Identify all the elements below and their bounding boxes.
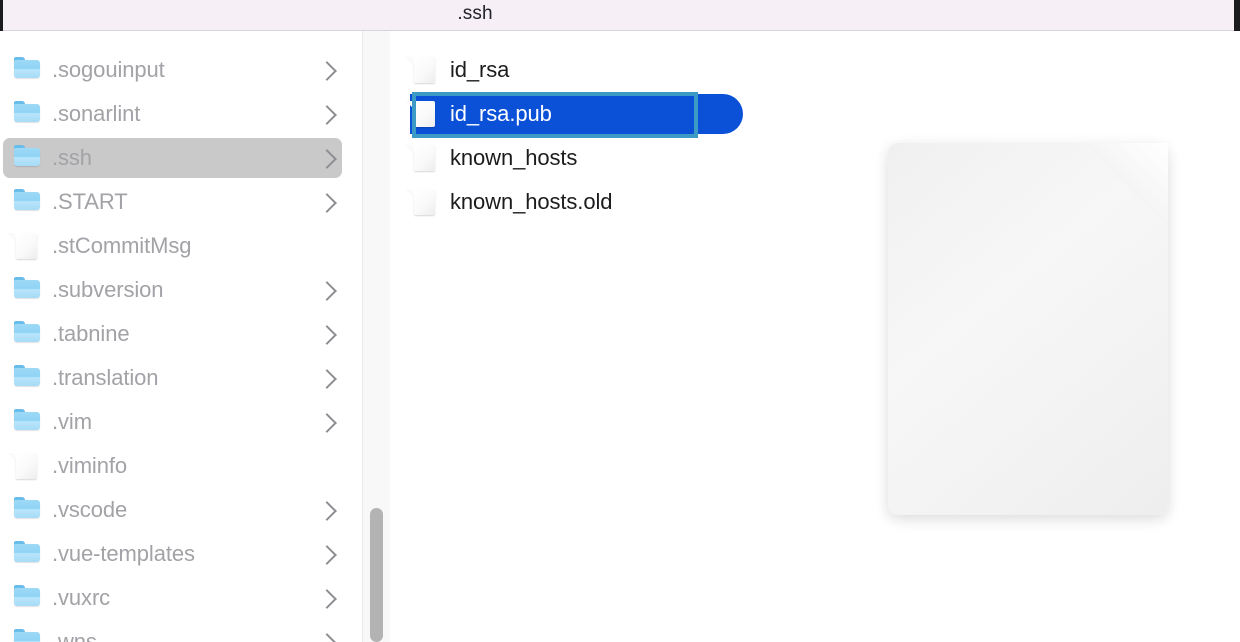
folder-icon [14, 57, 40, 83]
chevron-right-icon [317, 325, 337, 345]
sidebar-item-label: .subversion [52, 277, 164, 302]
file-list-item[interactable]: id_rsa.pub [390, 92, 770, 136]
sidebar-scroll-thumb[interactable] [370, 508, 383, 642]
sidebar-item-stcommitmsg[interactable]: .stCommitMsg [0, 224, 362, 268]
folder-icon [14, 365, 40, 391]
file-list-item[interactable]: id_rsa [390, 48, 770, 92]
sidebar-item-start[interactable]: .START [0, 180, 362, 224]
chevron-right-icon [317, 105, 337, 125]
chevron-right-icon [317, 61, 337, 81]
folder-icon [14, 629, 40, 642]
generic-document-icon [888, 143, 1168, 515]
sidebar-item-label: .vuxrc [52, 585, 111, 610]
chevron-right-icon [317, 501, 337, 521]
folder-icon [14, 497, 40, 523]
sidebar-item-vue-templates[interactable]: .vue-templates [0, 532, 362, 576]
sidebar-item-label: .ssh [52, 145, 92, 170]
folder-icon [14, 585, 40, 611]
file-item-label: known_hosts [450, 145, 578, 170]
window-title: .ssh [0, 0, 1240, 31]
preview-column [800, 31, 1240, 642]
document-sheet [888, 143, 1168, 515]
sidebar-item-label: .sogouinput [52, 57, 165, 82]
sidebar-item-label: .vscode [52, 497, 128, 522]
chevron-right-icon [317, 633, 337, 642]
sidebar-item-label: .vim [52, 409, 92, 434]
file-icon [406, 57, 438, 83]
sidebar-item-label: .wns [52, 629, 97, 642]
sidebar-item-viminfo[interactable]: .viminfo [0, 444, 362, 488]
chevron-right-icon [317, 589, 337, 609]
folder-icon [14, 277, 40, 303]
chevron-right-icon [317, 369, 337, 389]
finder-window: .ssh .sogouinput .sonarlint .ssh .START .stC… [0, 0, 1240, 642]
file-item-label: known_hosts.old [450, 189, 613, 214]
sidebar-item-label: .sonarlint [52, 101, 141, 126]
sidebar-item-vim[interactable]: .vim [0, 400, 362, 444]
column-browser: .sogouinput .sonarlint .ssh .START .stCommit… [0, 31, 1240, 642]
file-item-label: id_rsa.pub [450, 101, 552, 126]
sidebar-item-label: .viminfo [52, 453, 127, 478]
folder-icon [14, 541, 40, 567]
file-icon [406, 101, 438, 127]
sidebar-item-ssh[interactable]: .ssh [0, 136, 362, 180]
sidebar-item-vscode[interactable]: .vscode [0, 488, 362, 532]
chevron-right-icon [317, 413, 337, 433]
window-toolbar: .ssh [0, 0, 1240, 31]
folder-icon [14, 409, 40, 435]
sidebar-item-subversion[interactable]: .subversion [0, 268, 362, 312]
folder-icon [14, 101, 40, 127]
window-title-text: .ssh [457, 3, 493, 24]
sidebar-item-translation[interactable]: .translation [0, 356, 362, 400]
chevron-right-icon [317, 281, 337, 301]
sidebar-item-label: .translation [52, 365, 159, 390]
file-icon [406, 145, 438, 171]
folder-icon [14, 321, 40, 347]
sidebar-item-sonarlint[interactable]: .sonarlint [0, 92, 362, 136]
sidebar-item-label: .tabnine [52, 321, 130, 346]
file-list-column[interactable]: id_rsa id_rsa.pub known_hosts known_hosts.o… [390, 31, 1190, 642]
sidebar-item-tabnine[interactable]: .tabnine [0, 312, 362, 356]
chevron-right-icon [317, 193, 337, 213]
file-icon [406, 189, 438, 215]
sidebar-item-label: .vue-templates [52, 541, 195, 566]
sidebar-item-vuxrc[interactable]: .vuxrc [0, 576, 362, 620]
file-icon [8, 233, 40, 259]
folder-icon [14, 145, 40, 171]
sidebar-column[interactable]: .sogouinput .sonarlint .ssh .START .stCommit… [0, 31, 390, 642]
sidebar-item-label: .START [52, 189, 128, 214]
file-list-item[interactable]: known_hosts.old [390, 180, 770, 224]
file-list-item[interactable]: known_hosts [390, 136, 770, 180]
file-item-label: id_rsa [450, 57, 510, 82]
chevron-right-icon [317, 545, 337, 565]
sidebar-item-label: .stCommitMsg [52, 233, 192, 258]
sidebar-item-wns[interactable]: .wns [0, 620, 362, 642]
folder-icon [14, 189, 40, 215]
file-icon [8, 453, 40, 479]
sidebar-item-sogouinput[interactable]: .sogouinput [0, 48, 362, 92]
